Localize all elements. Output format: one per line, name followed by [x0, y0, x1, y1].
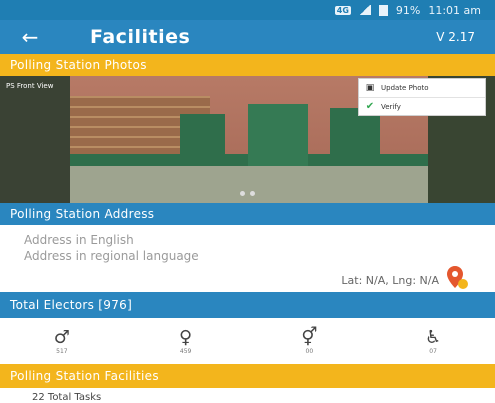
elector-count: 517: [56, 347, 68, 355]
wheelchair-icon: ♿: [425, 326, 442, 348]
status-bar: 4G 91% 11:01 am: [0, 0, 495, 20]
electors-section-header: Total Electors [976]: [0, 292, 495, 318]
photo-door: [330, 108, 380, 163]
battery-icon: [378, 4, 388, 16]
photo-actions-menu: ▣ Update Photo ✔ Verify: [358, 78, 486, 116]
address-regional-field[interactable]: Address in regional language: [24, 249, 199, 263]
third-gender-icon: ⚥: [301, 326, 318, 348]
address-section-header: Polling Station Address: [0, 203, 495, 225]
lat-lng-readout: Lat: N/A, Lng: N/A: [341, 274, 439, 287]
photo-pager-dots[interactable]: [240, 191, 255, 196]
elector-count: 00: [305, 347, 314, 355]
update-photo-label: Update Photo: [381, 84, 429, 92]
elector-female: ♀ 459: [124, 318, 248, 364]
update-photo-button[interactable]: ▣ Update Photo: [359, 79, 485, 97]
male-icon: ♂: [53, 326, 70, 348]
network-type: 4G: [334, 5, 351, 15]
map-pin-icon[interactable]: [445, 265, 469, 291]
photo-left-edge: [0, 76, 72, 203]
elector-count: 459: [179, 347, 192, 355]
check-icon: ✔: [365, 101, 375, 112]
elector-pwd: ♿ 07: [371, 318, 495, 364]
page-title: Facilities: [90, 26, 191, 48]
photo-caption: PS Front View: [6, 82, 54, 90]
signal-icon: [358, 5, 371, 15]
facilities-screen: 4G 91% 11:01 am ← Facilities V 2.17 Poll…: [0, 0, 495, 403]
electors-breakdown: ♂ 517 ♀ 459 ⚥ 00 ♿ 07: [0, 318, 495, 364]
photo-door: [180, 114, 225, 164]
verify-label: Verify: [381, 102, 401, 111]
app-version: V 2.17: [436, 30, 475, 44]
battery-level: 91%: [395, 3, 421, 17]
status-time: 11:01 am: [428, 3, 481, 17]
facilities-section-header: Polling Station Facilities: [0, 364, 495, 388]
photos-section-header: Polling Station Photos: [0, 54, 495, 76]
elector-male: ♂ 517: [0, 318, 124, 364]
app-bar: ← Facilities V 2.17: [0, 20, 495, 54]
elector-count: 07: [429, 347, 437, 355]
address-english-field[interactable]: Address in English: [24, 233, 134, 247]
total-tasks-label: 22 Total Tasks: [32, 392, 102, 403]
address-panel: Address in English Address in regional l…: [0, 225, 495, 292]
back-arrow-icon[interactable]: ←: [0, 20, 60, 54]
photo-ground: [70, 166, 430, 203]
elector-third-gender: ⚥ 00: [248, 318, 372, 364]
polling-station-photo[interactable]: PS Front View ▣ Update Photo ✔ Verify: [0, 76, 495, 203]
female-icon: ♀: [179, 326, 193, 348]
verify-button[interactable]: ✔ Verify: [359, 97, 485, 115]
camera-icon: ▣: [365, 83, 375, 93]
photo-door: [248, 104, 308, 166]
